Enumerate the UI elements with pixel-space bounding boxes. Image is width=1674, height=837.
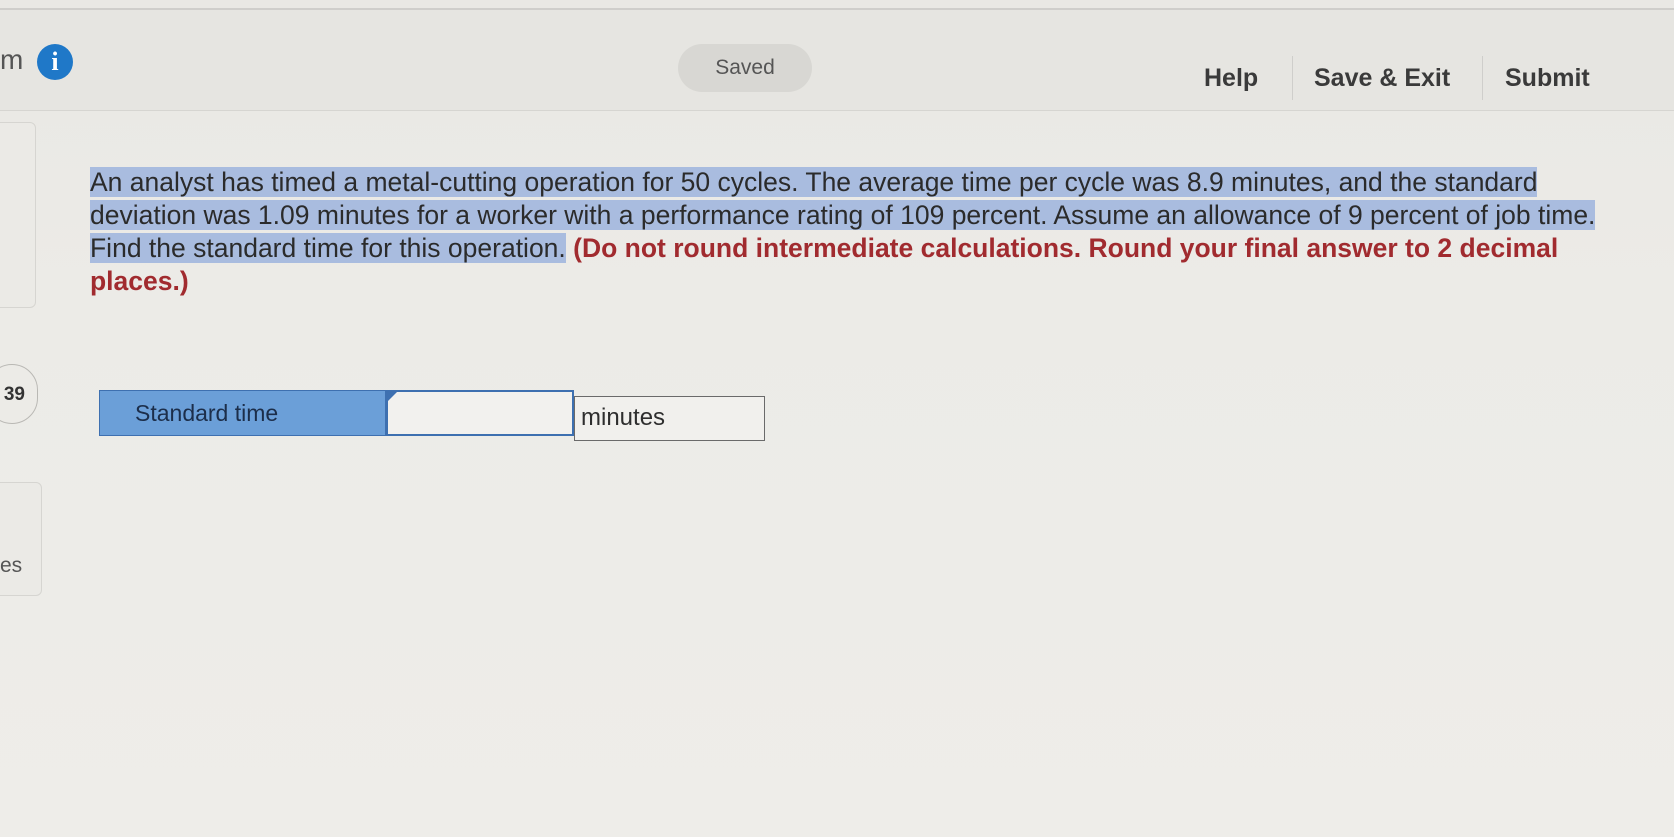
standard-time-input[interactable] [386,390,574,436]
question-number-badge[interactable]: 39 [0,364,38,424]
sidebar-panel [0,122,36,308]
save-exit-button[interactable]: Save & Exit [1314,64,1450,93]
assignment-header: m i Saved Help Save & Exit Submit [0,10,1674,111]
submit-button[interactable]: Submit [1505,64,1590,93]
answer-label: Standard time [99,390,386,436]
sidebar-label-fragment: es [0,554,23,577]
help-button[interactable]: Help [1204,64,1258,93]
header-title-fragment: m [0,44,24,75]
info-icon[interactable]: i [37,44,73,80]
answer-unit: minutes [574,396,765,441]
nav-divider [1482,56,1483,100]
nav-divider [1292,56,1293,100]
question-prompt: An analyst has timed a metal-cutting ope… [90,166,1610,298]
saved-status-badge: Saved [678,44,812,92]
input-corner-marker [387,392,397,402]
sidebar-panel-lower [0,482,42,596]
